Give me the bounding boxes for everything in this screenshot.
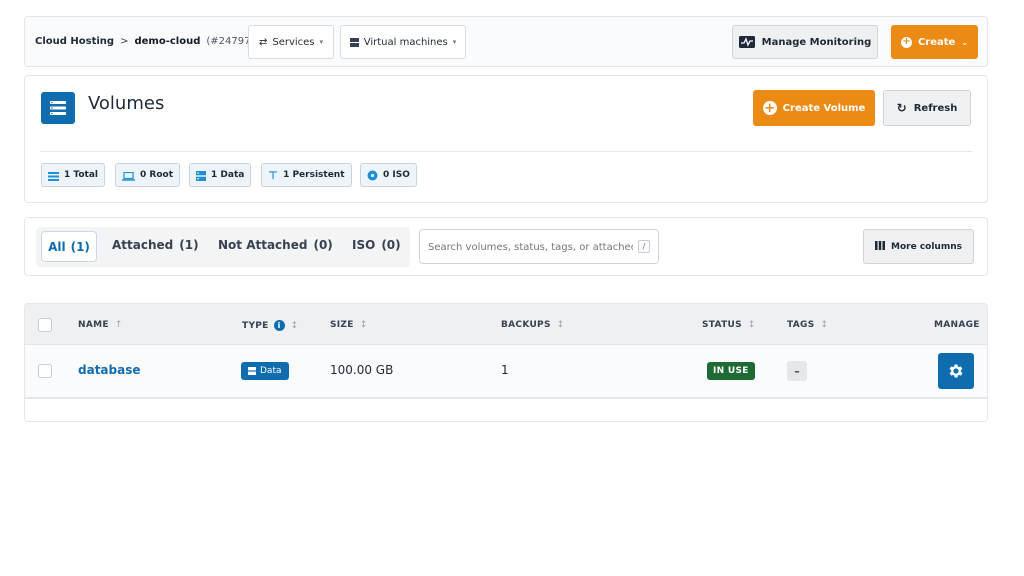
refresh-button[interactable]: ↻ Refresh xyxy=(883,90,971,126)
select-all-checkbox[interactable] xyxy=(38,318,52,332)
stat-persistent-badge[interactable]: ⊤ 1 Persistent xyxy=(261,163,352,187)
columns-icon xyxy=(875,240,886,253)
tab-not-attached[interactable]: Not Attached (0) xyxy=(218,238,333,252)
tab-not-attached-label: Not Attached xyxy=(218,238,308,252)
server-icon xyxy=(248,367,256,375)
create-volume-label: Create Volume xyxy=(782,102,866,114)
manage-monitoring-label: Manage Monitoring xyxy=(761,36,872,48)
column-header-status[interactable]: STATUS ↕ xyxy=(702,320,756,330)
column-header-backups[interactable]: BACKUPS ↕ xyxy=(501,320,565,330)
type-badge: Data xyxy=(241,362,289,380)
volume-size: 100.00 GB xyxy=(330,363,394,377)
plus-circle-icon: + xyxy=(762,100,777,116)
pin-icon: ⊤ xyxy=(268,168,279,182)
more-columns-button[interactable]: More columns xyxy=(863,229,974,264)
breadcrumb-separator: > xyxy=(120,36,129,47)
stat-root-badge[interactable]: 0 Root xyxy=(115,163,180,187)
tab-attached-count: (1) xyxy=(179,238,199,252)
breadcrumb-current: demo-cloud xyxy=(134,36,201,47)
header-divider xyxy=(40,151,972,152)
breadcrumb-parent-link[interactable]: Cloud Hosting xyxy=(35,36,114,47)
caret-down-icon: ▾ xyxy=(452,38,457,46)
server-icon xyxy=(196,166,206,185)
stat-persistent-label: 1 Persistent xyxy=(283,170,345,180)
server-icon xyxy=(349,37,359,47)
stat-data-label: 1 Data xyxy=(211,170,245,180)
services-label: Services xyxy=(272,36,315,48)
column-header-size[interactable]: SIZE ↕ xyxy=(330,320,368,330)
caret-down-icon: ▾ xyxy=(319,38,324,46)
stat-total-label: 1 Total xyxy=(64,170,98,180)
tab-iso-label: ISO xyxy=(352,238,376,252)
disc-icon xyxy=(367,166,378,185)
status-badge: IN USE xyxy=(707,362,755,380)
volume-backups: 1 xyxy=(501,363,509,377)
create-volume-button[interactable]: + Create Volume xyxy=(753,90,875,126)
refresh-icon: ↻ xyxy=(896,101,907,115)
virtual-machines-label: Virtual machines xyxy=(363,36,448,48)
column-header-manage: MANAGE xyxy=(934,320,980,330)
type-label: Data xyxy=(260,366,282,376)
search-input[interactable] xyxy=(428,238,633,256)
list-icon xyxy=(48,166,59,185)
column-header-tags[interactable]: TAGS ↕ xyxy=(787,320,828,330)
stat-iso-badge[interactable]: 0 ISO xyxy=(360,163,417,187)
plus-circle-icon: + xyxy=(900,36,912,48)
stat-root-label: 0 Root xyxy=(140,170,173,180)
search-box: / xyxy=(419,229,659,264)
tab-iso[interactable]: ISO (0) xyxy=(352,238,401,252)
info-icon[interactable]: i xyxy=(273,319,285,331)
page-title: Volumes xyxy=(88,93,165,114)
tab-attached-label: Attached xyxy=(112,238,174,252)
tab-all-label: All xyxy=(48,239,66,254)
search-shortcut-key: / xyxy=(638,240,650,253)
tags-empty-badge: – xyxy=(787,361,807,381)
chevron-down-icon: ⌄ xyxy=(961,37,969,47)
virtual-machines-dropdown[interactable]: Virtual machines ▾ xyxy=(340,25,466,59)
more-columns-label: More columns xyxy=(891,241,962,252)
monitor-icon xyxy=(738,36,755,48)
tab-iso-count: (0) xyxy=(381,238,401,252)
swap-icon: ⇄ xyxy=(258,36,268,48)
volumes-icon xyxy=(41,92,75,124)
create-dropdown-button[interactable]: + Create ⌄ xyxy=(891,25,978,59)
volume-name-link[interactable]: database xyxy=(78,363,141,377)
row-checkbox[interactable] xyxy=(38,364,52,378)
tab-not-attached-count: (0) xyxy=(313,238,333,252)
refresh-label: Refresh xyxy=(913,102,958,114)
manage-monitoring-button[interactable]: Manage Monitoring xyxy=(732,25,878,59)
stat-data-badge[interactable]: 1 Data xyxy=(189,163,252,187)
column-header-type[interactable]: TYPE i ↕ xyxy=(242,319,298,331)
tab-all-count: (1) xyxy=(70,239,90,254)
stat-iso-label: 0 ISO xyxy=(383,170,410,180)
tab-attached[interactable]: Attached (1) xyxy=(112,238,199,252)
breadcrumb: Cloud Hosting > demo-cloud (#24797) xyxy=(35,36,254,47)
column-header-name[interactable]: NAME ↑ xyxy=(78,320,123,330)
stat-total-badge[interactable]: 1 Total xyxy=(41,163,105,187)
top-bar: Cloud Hosting > demo-cloud (#24797) ⇄ Se… xyxy=(24,16,988,67)
manage-settings-button[interactable] xyxy=(938,353,974,389)
laptop-icon xyxy=(122,166,135,185)
gear-icon xyxy=(949,364,963,378)
create-label: Create xyxy=(917,36,956,48)
services-dropdown[interactable]: ⇄ Services ▾ xyxy=(248,25,334,59)
tab-all[interactable]: All (1) xyxy=(41,231,97,262)
